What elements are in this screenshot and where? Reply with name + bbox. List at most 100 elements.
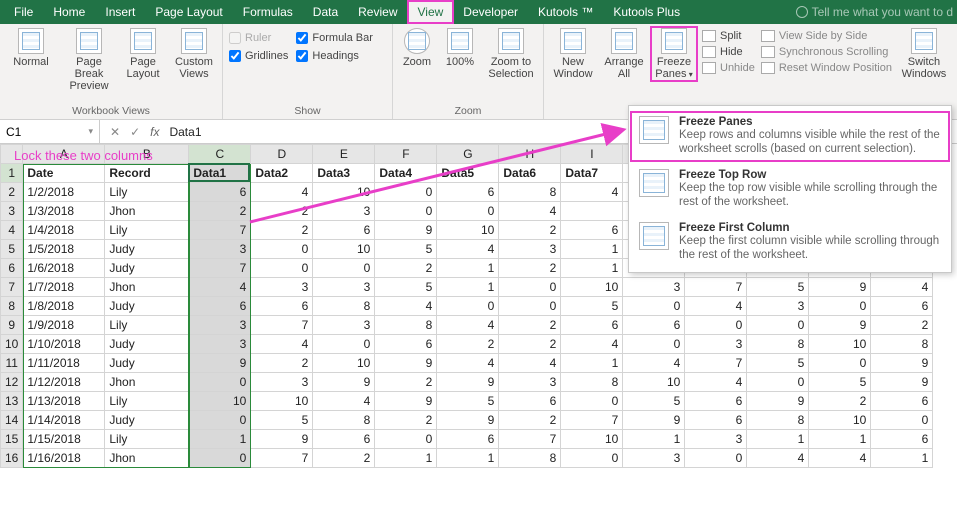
cell-B11[interactable]: Judy (105, 354, 189, 373)
row-header-11[interactable]: 11 (1, 354, 23, 373)
cell-N16[interactable]: 1 (871, 449, 933, 468)
freeze-top-row-item[interactable]: Freeze Top RowKeep the top row visible w… (629, 163, 951, 216)
cell-C9[interactable]: 3 (189, 316, 251, 335)
cell-C13[interactable]: 10 (189, 392, 251, 411)
col-header-C[interactable]: C (189, 145, 251, 164)
cell-J11[interactable]: 4 (623, 354, 685, 373)
tab-developer[interactable]: Developer (453, 1, 528, 23)
cell-C5[interactable]: 3 (189, 240, 251, 259)
cell-M16[interactable]: 4 (809, 449, 871, 468)
cell-K13[interactable]: 6 (685, 392, 747, 411)
tab-view[interactable]: View (408, 1, 454, 23)
cell-G10[interactable]: 2 (437, 335, 499, 354)
cell-F1[interactable]: Data4 (375, 164, 437, 183)
cell-L8[interactable]: 3 (747, 297, 809, 316)
cell-E14[interactable]: 8 (313, 411, 375, 430)
cell-H7[interactable]: 0 (499, 278, 561, 297)
cell-F13[interactable]: 9 (375, 392, 437, 411)
page-layout-button[interactable]: Page Layout (122, 28, 164, 80)
row-header-4[interactable]: 4 (1, 221, 23, 240)
cell-E1[interactable]: Data3 (313, 164, 375, 183)
row-header-16[interactable]: 16 (1, 449, 23, 468)
cell-D7[interactable]: 3 (251, 278, 313, 297)
cell-B2[interactable]: Lily (105, 183, 189, 202)
cell-J14[interactable]: 9 (623, 411, 685, 430)
cell-C2[interactable]: 6 (189, 183, 251, 202)
cell-D4[interactable]: 2 (251, 221, 313, 240)
cell-C11[interactable]: 9 (189, 354, 251, 373)
cell-H8[interactable]: 0 (499, 297, 561, 316)
tell-me[interactable]: Tell me what you want to d (796, 5, 953, 19)
cell-M12[interactable]: 5 (809, 373, 871, 392)
cell-N7[interactable]: 4 (871, 278, 933, 297)
cell-E11[interactable]: 10 (313, 354, 375, 373)
col-header-H[interactable]: H (499, 145, 561, 164)
cell-C6[interactable]: 7 (189, 259, 251, 278)
cell-C12[interactable]: 0 (189, 373, 251, 392)
cell-G6[interactable]: 1 (437, 259, 499, 278)
cell-B5[interactable]: Judy (105, 240, 189, 259)
cell-N13[interactable]: 6 (871, 392, 933, 411)
cell-I14[interactable]: 7 (561, 411, 623, 430)
cell-I12[interactable]: 8 (561, 373, 623, 392)
cell-C7[interactable]: 4 (189, 278, 251, 297)
cell-J15[interactable]: 1 (623, 430, 685, 449)
cell-C15[interactable]: 1 (189, 430, 251, 449)
cell-B13[interactable]: Lily (105, 392, 189, 411)
cell-I9[interactable]: 6 (561, 316, 623, 335)
cell-B1[interactable]: Record (105, 164, 189, 183)
cell-G7[interactable]: 1 (437, 278, 499, 297)
cell-M8[interactable]: 0 (809, 297, 871, 316)
cell-H13[interactable]: 6 (499, 392, 561, 411)
cell-F14[interactable]: 2 (375, 411, 437, 430)
cell-E5[interactable]: 10 (313, 240, 375, 259)
cell-C1[interactable]: Data1 (189, 164, 251, 183)
cell-E16[interactable]: 2 (313, 449, 375, 468)
tab-formulas[interactable]: Formulas (233, 1, 303, 23)
cell-C8[interactable]: 6 (189, 297, 251, 316)
cell-L7[interactable]: 5 (747, 278, 809, 297)
col-header-I[interactable]: I (561, 145, 623, 164)
cell-N11[interactable]: 9 (871, 354, 933, 373)
cell-G15[interactable]: 6 (437, 430, 499, 449)
cell-A15[interactable]: 1/15/2018 (23, 430, 105, 449)
cell-G16[interactable]: 1 (437, 449, 499, 468)
cell-H2[interactable]: 8 (499, 183, 561, 202)
cell-G14[interactable]: 9 (437, 411, 499, 430)
cell-H12[interactable]: 3 (499, 373, 561, 392)
cell-H4[interactable]: 2 (499, 221, 561, 240)
cell-H3[interactable]: 4 (499, 202, 561, 221)
cell-K9[interactable]: 0 (685, 316, 747, 335)
cell-N9[interactable]: 2 (871, 316, 933, 335)
cell-M11[interactable]: 0 (809, 354, 871, 373)
cell-K16[interactable]: 0 (685, 449, 747, 468)
cell-D10[interactable]: 4 (251, 335, 313, 354)
cell-A6[interactable]: 1/6/2018 (23, 259, 105, 278)
col-header-D[interactable]: D (251, 145, 313, 164)
cell-J16[interactable]: 3 (623, 449, 685, 468)
cell-H1[interactable]: Data6 (499, 164, 561, 183)
cell-D12[interactable]: 3 (251, 373, 313, 392)
col-header-F[interactable]: F (375, 145, 437, 164)
cell-A9[interactable]: 1/9/2018 (23, 316, 105, 335)
cell-A5[interactable]: 1/5/2018 (23, 240, 105, 259)
cell-G8[interactable]: 0 (437, 297, 499, 316)
cell-H9[interactable]: 2 (499, 316, 561, 335)
gridlines-checkbox[interactable]: Gridlines (229, 50, 288, 62)
cell-J7[interactable]: 3 (623, 278, 685, 297)
cell-H14[interactable]: 2 (499, 411, 561, 430)
cell-A8[interactable]: 1/8/2018 (23, 297, 105, 316)
cell-N14[interactable]: 0 (871, 411, 933, 430)
freeze-panes-item[interactable]: Freeze PanesKeep rows and columns visibl… (629, 110, 951, 163)
cell-J12[interactable]: 10 (623, 373, 685, 392)
zoom-button[interactable]: Zoom (399, 28, 435, 68)
cell-G4[interactable]: 10 (437, 221, 499, 240)
row-header-13[interactable]: 13 (1, 392, 23, 411)
cell-A13[interactable]: 1/13/2018 (23, 392, 105, 411)
cell-I6[interactable]: 1 (561, 259, 623, 278)
cell-F2[interactable]: 0 (375, 183, 437, 202)
row-header-7[interactable]: 7 (1, 278, 23, 297)
cell-K15[interactable]: 3 (685, 430, 747, 449)
cell-I16[interactable]: 0 (561, 449, 623, 468)
cell-E8[interactable]: 8 (313, 297, 375, 316)
